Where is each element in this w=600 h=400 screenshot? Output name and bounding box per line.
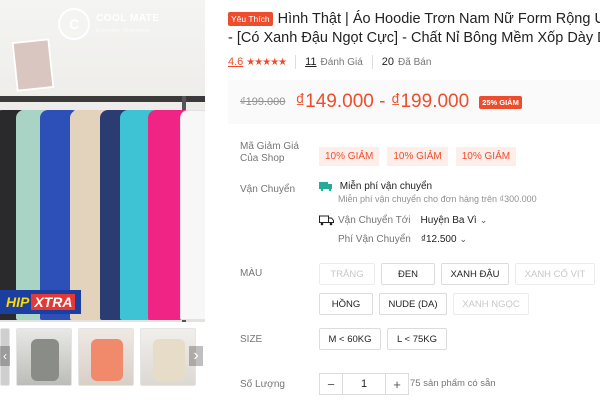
free-ship-title: Miễn phí vận chuyển [339,181,433,192]
brand-name: COOL [96,13,127,24]
color-option[interactable]: HỒNG [319,293,373,315]
color-label: MÀU [240,268,263,279]
voucher-label-line1: Mã Giảm Giá [240,141,299,152]
chevron-left-icon[interactable]: ‹ [0,346,10,366]
xtra-badge-text-b: XTRA [31,294,76,310]
review-count[interactable]: 11 [305,56,316,68]
brand-logo-mark: C [58,8,90,40]
quantity-increase-button[interactable]: + [386,374,408,394]
thumbnail-hoodie [91,339,123,381]
ship-fee-row: Phí Vận Chuyển ₫12.500 ⌄ [338,234,467,245]
rack-bar [0,96,205,102]
size-label: SIZE [240,334,263,345]
color-option[interactable]: NUDE (DA) [379,293,447,315]
color-option[interactable]: ĐEN [381,263,435,285]
chevron-down-icon[interactable]: ⌄ [480,215,488,226]
shipping-label: Vận Chuyển [240,184,296,195]
voucher-label: Mã Giảm Giá Của Shop [240,141,299,165]
brand-logo: C COOL MATE Everyday Outerwear [58,8,160,40]
product-title-line1: Hình Thật | Áo Hoodie Trơn Nam Nữ Form R… [277,11,600,27]
chevron-down-icon[interactable]: ⌄ [460,234,468,245]
quantity-label: Số Lượng [240,379,285,390]
ship-to-value[interactable]: Huyện Ba Vì [421,215,477,226]
voucher-chip[interactable]: 10% GIẢM [455,147,517,166]
quantity-decrease-button[interactable]: − [320,374,342,394]
voucher-list: 10% GIẢM 10% GIẢM 10% GIẢM [319,147,524,166]
discount-badge: 25% GIẢM [479,95,522,109]
sold-label: Đã Bán [398,56,432,68]
color-option[interactable]: XANH NGỌC [453,293,529,315]
color-option[interactable]: XANH ĐẬU [441,263,509,285]
current-price: ₫149.000 - ₫199.000 [295,91,470,112]
free-shipping-info: Miễn phí vận chuyển Miễn phí vận chuyển … [319,181,537,204]
freeship-xtra-badge: HIP XTRA [0,290,82,314]
product-title-line2: - [Có Xanh Đậu Ngọt Cực] - Chất Nỉ Bông … [228,30,600,46]
free-ship-icon [319,182,332,192]
free-ship-subtitle: Miễn phí vận chuyển cho đơn hàng trên ₫3… [338,194,537,204]
price-box: ₫199.000 ₫149.000 - ₫199.000 25% GIẢM [228,80,600,124]
review-label: Đánh Giá [320,56,363,68]
product-gallery: C COOL MATE Everyday Outerwear HIP XTRA … [0,0,205,400]
stock-available: 75 sản phẩm có sẵn [410,378,496,389]
product-page: C COOL MATE Everyday Outerwear HIP XTRA … [0,0,600,400]
thumbnail[interactable] [140,328,196,386]
size-option[interactable]: M < 60KG [319,328,381,350]
ship-to-row: Vận Chuyển Tới Huyện Ba Vì ⌄ [319,215,487,226]
thumbnail-strip [0,327,205,387]
voucher-label-line2: Của Shop [240,153,285,164]
brand-tagline: Everyday Outerwear [96,28,151,34]
rating-row: 4.6 ★★★★★ 11 Đánh Giá 20 Đã Bán [228,55,431,69]
voucher-chip[interactable]: 10% GIẢM [387,147,448,166]
wall-poster [11,38,55,92]
thumbnail[interactable] [78,328,134,386]
product-title: Yêu Thích Hình Thật | Áo Hoodie Trơn Nam … [228,10,600,28]
thumbnail[interactable] [16,328,72,386]
truck-icon [319,215,334,226]
ship-to-label: Vận Chuyển Tới [338,215,411,226]
voucher-chip[interactable]: 10% GIẢM [319,147,380,166]
brand-name-2: MATE [130,13,160,24]
star-rating-icon: ★★★★★ [246,56,287,68]
product-info: Yêu Thích Hình Thật | Áo Hoodie Trơn Nam … [228,0,600,400]
thumbnail-hoodie [31,339,59,381]
sold-count: 20 [381,56,395,68]
ship-fee-label: Phí Vận Chuyển [338,234,411,245]
color-option[interactable]: TRẮNG [319,263,375,285]
quantity-stepper: − 1 + [319,373,409,395]
hoodie-white [180,110,205,320]
thumbnail-hoodie [153,339,185,381]
rating-value[interactable]: 4.6 [228,56,243,68]
quantity-input[interactable]: 1 [342,374,386,394]
ship-fee-value[interactable]: ₫12.500 [421,234,457,245]
xtra-badge-text-a: HIP [6,294,30,310]
chevron-right-icon[interactable]: › [189,346,203,366]
original-price: ₫199.000 [240,96,286,108]
favorite-badge: Yêu Thích [228,12,273,27]
product-main-image[interactable]: C COOL MATE Everyday Outerwear HIP XTRA [0,0,205,322]
brand-logo-text: COOL MATE Everyday Outerwear [96,13,160,35]
size-option[interactable]: L < 75KG [387,328,447,350]
divider [371,55,373,69]
color-option[interactable]: XANH CỔ VỊT [515,263,595,285]
divider [295,55,297,69]
